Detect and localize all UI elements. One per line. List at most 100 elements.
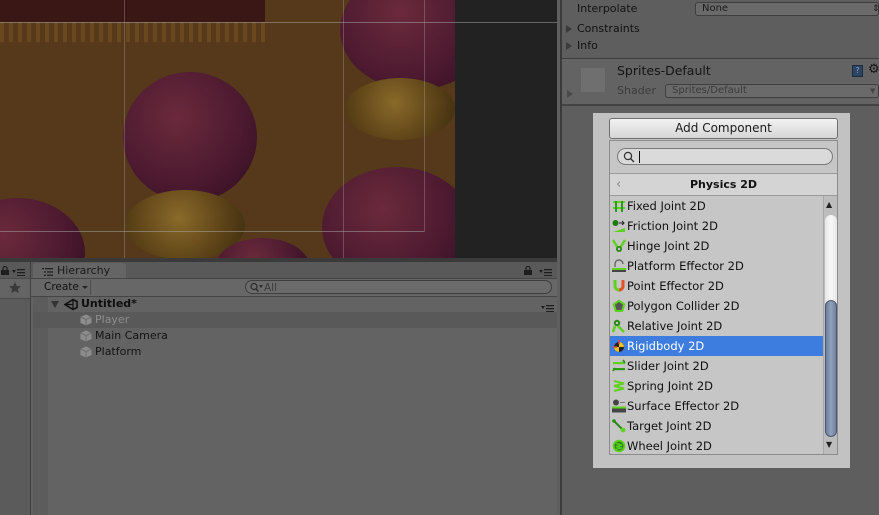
create-label: Create xyxy=(44,281,79,293)
lock-icon[interactable] xyxy=(524,265,532,275)
component-item[interactable]: Target Joint 2D xyxy=(610,416,823,436)
component-item[interactable]: Platform Effector 2D xyxy=(610,256,823,276)
back-chevron-icon[interactable]: ‹ xyxy=(616,174,621,195)
component-item-label: Point Effector 2D xyxy=(627,279,724,293)
dropdown-arrow-icon xyxy=(82,286,88,289)
component-item-label: Fixed Joint 2D xyxy=(627,199,706,213)
info-label: Info xyxy=(577,39,598,52)
interpolate-dropdown[interactable]: None ⇕ xyxy=(695,2,879,16)
component-item[interactable]: Rigidbody 2D xyxy=(610,336,823,356)
hierarchy-item-main-camera[interactable]: Main Camera xyxy=(33,328,557,344)
component-item-label: Spring Joint 2D xyxy=(627,379,714,393)
component-item[interactable]: Friction Joint 2D xyxy=(610,216,823,236)
divider xyxy=(562,104,879,106)
lock-icon[interactable] xyxy=(1,265,9,275)
component-item[interactable]: Surface Effector 2D xyxy=(610,396,823,416)
component-item[interactable]: Spring Joint 2D xyxy=(610,376,823,396)
add-component-button[interactable]: Add Component xyxy=(609,118,838,139)
component-item-label: Surface Effector 2D xyxy=(627,399,740,413)
material-preview-thumbnail xyxy=(581,68,605,92)
tree-sprite xyxy=(0,198,85,258)
category-header: ‹ Physics 2D xyxy=(610,173,837,196)
constraints-foldout[interactable]: Constraints xyxy=(566,22,686,36)
object-name: Platform xyxy=(95,345,142,358)
target-joint-icon xyxy=(612,419,626,433)
component-item[interactable]: Fixed Joint 2D xyxy=(610,196,823,216)
gameobject-cube-icon xyxy=(80,330,92,342)
fixed-joint-icon xyxy=(612,199,626,213)
rigidbody-icon xyxy=(612,339,626,353)
component-item-label: Polygon Collider 2D xyxy=(627,299,740,313)
component-item[interactable]: Hinge Joint 2D xyxy=(610,236,823,256)
favorites-star-icon[interactable] xyxy=(8,281,22,295)
component-item-label: Target Joint 2D xyxy=(627,419,712,433)
create-dropdown[interactable]: Create xyxy=(40,280,91,295)
component-item-label: Friction Joint 2D xyxy=(627,219,718,233)
material-name: Sprites-Default xyxy=(617,63,711,78)
component-item[interactable]: Slider Joint 2D xyxy=(610,356,823,376)
grid-line xyxy=(0,22,557,23)
bush-sprite xyxy=(345,78,455,140)
hierarchy-item-player[interactable]: Player xyxy=(33,312,557,328)
search-icon xyxy=(250,282,264,293)
component-item[interactable]: Point Effector 2D xyxy=(610,276,823,296)
component-item-label: Wheel Joint 2D xyxy=(627,439,712,453)
object-name: Main Camera xyxy=(95,329,168,342)
grid-line xyxy=(124,0,125,258)
text-cursor xyxy=(639,151,640,163)
point-effector-icon xyxy=(612,279,626,293)
grid-line xyxy=(343,0,344,258)
component-search-input[interactable] xyxy=(617,148,833,165)
component-item-label: Rigidbody 2D xyxy=(627,339,705,353)
project-toolbar xyxy=(0,278,30,299)
surface-effector-icon xyxy=(612,399,626,413)
category-title: Physics 2D xyxy=(689,178,758,191)
hierarchy-list-icon xyxy=(42,266,54,276)
shader-dropdown[interactable]: Sprites/Default ▼ xyxy=(665,84,879,98)
scene-view[interactable] xyxy=(0,0,557,258)
help-book-icon[interactable]: ? xyxy=(852,65,863,77)
hierarchy-item-platform[interactable]: Platform xyxy=(33,344,557,360)
search-placeholder: All xyxy=(264,282,278,294)
info-foldout[interactable]: Info xyxy=(566,39,686,53)
panel-menu-icon[interactable] xyxy=(539,266,553,277)
hedge-tile xyxy=(0,0,265,22)
material-foldout-arrow-icon[interactable] xyxy=(567,90,573,98)
scroll-down-arrow-icon[interactable]: ▼ xyxy=(826,440,832,449)
grid-line xyxy=(0,231,424,232)
project-panel xyxy=(0,262,31,515)
scene-name: Untitled* xyxy=(81,297,137,310)
gear-icon[interactable]: ⚙ xyxy=(868,62,879,77)
spring-joint-icon xyxy=(612,379,626,393)
interpolate-value: None xyxy=(702,3,729,14)
hinge-joint-icon xyxy=(611,239,627,253)
component-item-label: Slider Joint 2D xyxy=(627,359,709,373)
component-item[interactable]: Relative Joint 2D xyxy=(610,316,823,336)
scroll-up-arrow-icon[interactable]: ▲ xyxy=(826,200,832,209)
wheel-joint-icon xyxy=(612,439,626,453)
updown-arrow-icon: ⇕ xyxy=(872,4,879,14)
tab-hierarchy[interactable]: Hierarchy xyxy=(33,263,126,278)
relative-joint-icon xyxy=(611,319,626,333)
dropdown-arrow-icon: ▼ xyxy=(870,87,876,95)
scene-canvas[interactable] xyxy=(0,0,455,258)
scene-root-row[interactable]: Untitled* xyxy=(33,296,557,313)
polygon-collider-icon xyxy=(612,299,626,313)
component-item[interactable]: Polygon Collider 2D xyxy=(610,296,823,316)
tree-sprite xyxy=(340,0,455,90)
grid-line xyxy=(424,0,425,232)
friction-joint-icon xyxy=(612,219,626,233)
hierarchy-search-input[interactable]: All xyxy=(245,280,552,294)
interpolate-label: Interpolate xyxy=(577,2,638,15)
scene-menu-icon[interactable] xyxy=(541,301,555,313)
shader-value: Sprites/Default xyxy=(672,85,747,96)
constraints-label: Constraints xyxy=(577,22,640,35)
gameobject-cube-icon xyxy=(80,346,92,358)
expand-arrow-icon[interactable] xyxy=(51,301,59,308)
scrollbar-thumb[interactable] xyxy=(825,300,837,437)
panel-menu-icon[interactable] xyxy=(12,266,26,277)
component-item-label: Relative Joint 2D xyxy=(627,319,723,333)
component-item[interactable]: Wheel Joint 2D xyxy=(610,436,823,456)
scrollbar-track-upper[interactable] xyxy=(825,215,837,303)
search-icon xyxy=(623,151,635,163)
